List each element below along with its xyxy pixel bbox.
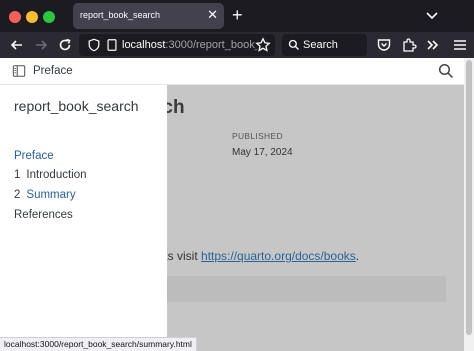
tab-bar: report_book_search ✕ + xyxy=(0,0,474,32)
menu-icon[interactable] xyxy=(452,37,468,53)
maximize-window-button[interactable] xyxy=(43,11,55,23)
search-field[interactable]: Search xyxy=(282,34,367,56)
new-tab-button[interactable]: + xyxy=(232,6,243,24)
overflow-chevrons-icon[interactable] xyxy=(425,37,441,53)
search-icon[interactable] xyxy=(438,63,454,79)
back-arrow-icon[interactable] xyxy=(9,37,25,53)
sidebar-item-preface[interactable]: Preface xyxy=(14,150,54,162)
star-bookmark-icon[interactable] xyxy=(255,37,271,53)
forward-arrow-icon[interactable] xyxy=(33,37,49,53)
sidebar-item-references[interactable]: References xyxy=(14,209,73,221)
sidebar-item-label: References xyxy=(14,209,73,221)
sidebar-item-number: 2 xyxy=(14,189,21,201)
search-placeholder: Search xyxy=(303,39,338,51)
sidebar-item-number: 1 xyxy=(14,169,21,181)
page-icon[interactable] xyxy=(105,38,119,52)
vertical-scrollbar[interactable] xyxy=(464,58,474,351)
sidebar-item-summary[interactable]: 2 Summary xyxy=(14,189,76,201)
sidebar-toggle-icon[interactable] xyxy=(12,64,26,78)
close-window-button[interactable] xyxy=(9,11,21,23)
scrollbar-thumb[interactable] xyxy=(466,60,472,335)
sidebar-title[interactable]: report_book_search xyxy=(14,98,139,114)
reload-icon[interactable] xyxy=(57,37,73,53)
quarto-docs-link[interactable]: https://quarto.org/docs/books xyxy=(201,249,356,263)
shield-icon[interactable] xyxy=(87,38,101,52)
published-label: PUBLISHED xyxy=(232,131,283,141)
url-text: localhost:3000/report_book_ xyxy=(122,39,257,51)
sidebar-item-label: Introduction xyxy=(26,169,87,181)
sidebar-item-label: Summary xyxy=(26,189,76,201)
tab-report-book-search[interactable]: report_book_search ✕ xyxy=(73,3,224,29)
sidebar-item-introduction[interactable]: 1 Introduction xyxy=(14,169,87,181)
chevron-down-icon[interactable] xyxy=(424,7,440,23)
tab-title: report_book_search xyxy=(80,10,161,20)
extensions-icon[interactable] xyxy=(401,37,417,53)
search-icon xyxy=(288,39,299,50)
sidebar: report_book_search Preface 1 Introduction… xyxy=(0,85,167,351)
published-date: May 17, 2024 xyxy=(232,147,293,158)
callout-box xyxy=(155,276,446,302)
sidebar-item-label: Preface xyxy=(14,150,54,162)
body-paragraph: oks visit https://quarto.org/docs/books. xyxy=(155,249,359,263)
address-bar[interactable]: localhost:3000/report_book_ xyxy=(79,34,275,56)
page-top-bar: Preface xyxy=(0,58,464,85)
tab-close-icon[interactable]: ✕ xyxy=(207,7,218,23)
top-bar-title: Preface xyxy=(33,65,73,77)
page-viewport: Preface rch PUBLISHED May 17, 2024 oks v… xyxy=(0,58,464,351)
status-bar-link-preview: localhost:3000/report_book_search/summar… xyxy=(0,337,197,351)
minimize-window-button[interactable] xyxy=(26,11,38,23)
navigation-bar: localhost:3000/report_book_ Search xyxy=(0,32,474,58)
pocket-icon[interactable] xyxy=(376,37,392,53)
url-host: localhost xyxy=(122,39,166,51)
url-path: :3000/report_book_ xyxy=(165,39,257,51)
paragraph-suffix: . xyxy=(355,249,360,263)
